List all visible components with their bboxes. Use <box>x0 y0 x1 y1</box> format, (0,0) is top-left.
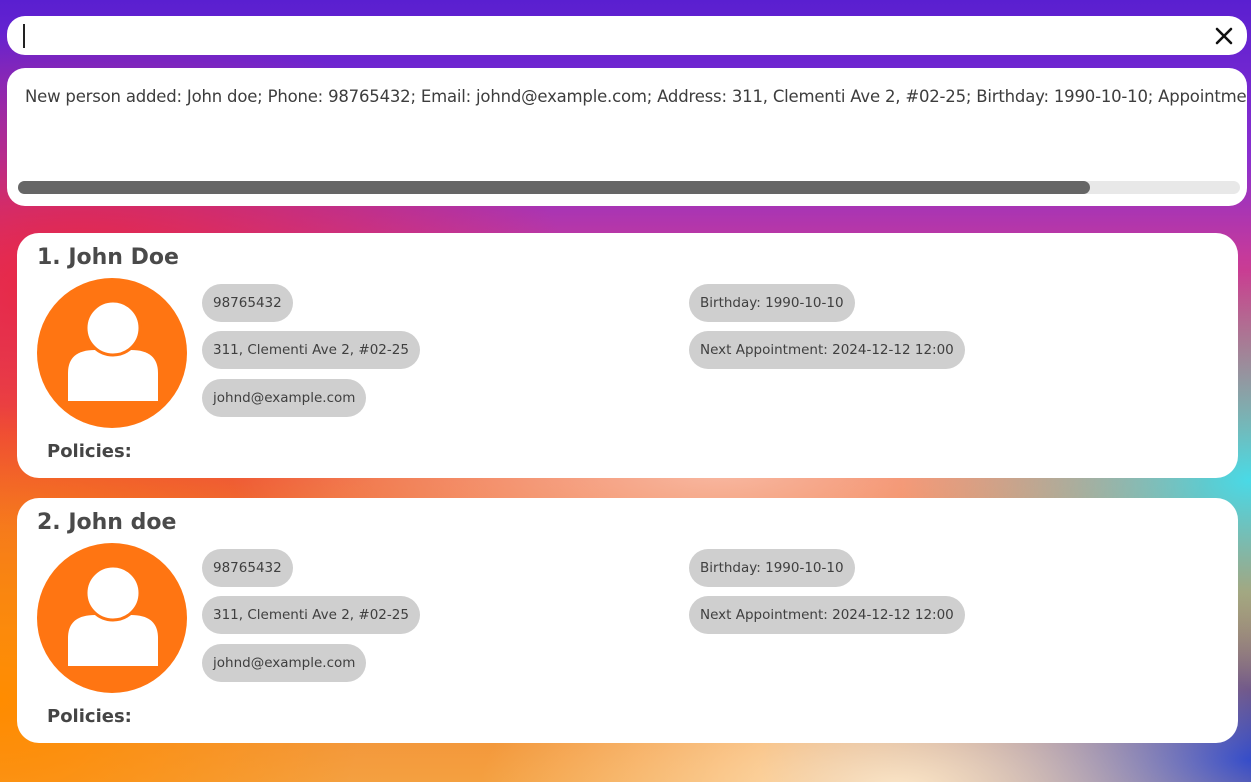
text-caret <box>23 24 25 48</box>
address-chip: 311, Clementi Ave 2, #02-25 <box>202 331 420 369</box>
command-input[interactable] <box>31 22 1205 51</box>
person-avatar-icon <box>37 278 187 428</box>
command-box[interactable] <box>7 16 1247 55</box>
person-avatar-icon <box>37 543 187 693</box>
person-name: 2. John doe <box>37 510 177 535</box>
policies-label: Policies: <box>47 706 132 727</box>
menu-bar-partial <box>0 0 1251 8</box>
person-card[interactable]: 2. John doe 98765432 311, Clementi Ave 2… <box>17 498 1238 743</box>
birthday-chip: Birthday: 1990-10-10 <box>689 549 855 587</box>
result-message: New person added: John doe; Phone: 98765… <box>25 87 1247 106</box>
scrollbar-thumb[interactable] <box>18 181 1090 194</box>
result-display: New person added: John doe; Phone: 98765… <box>7 68 1247 206</box>
birthday-chip: Birthday: 1990-10-10 <box>689 284 855 322</box>
phone-chip: 98765432 <box>202 284 293 322</box>
person-name: 1. John Doe <box>37 245 179 270</box>
policies-label: Policies: <box>47 441 132 462</box>
horizontal-scrollbar[interactable] <box>18 181 1240 194</box>
phone-chip: 98765432 <box>202 549 293 587</box>
appointment-chip: Next Appointment: 2024-12-12 12:00 <box>689 331 965 369</box>
clear-button[interactable] <box>1211 23 1237 49</box>
person-card[interactable]: 1. John Doe 98765432 311, Clementi Ave 2… <box>17 233 1238 478</box>
email-chip: johnd@example.com <box>202 644 367 682</box>
close-icon <box>1215 27 1233 45</box>
appointment-chip: Next Appointment: 2024-12-12 12:00 <box>689 596 965 634</box>
email-chip: johnd@example.com <box>202 379 367 417</box>
address-chip: 311, Clementi Ave 2, #02-25 <box>202 596 420 634</box>
